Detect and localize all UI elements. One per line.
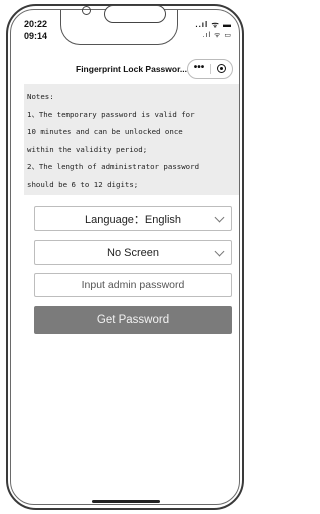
notes-line: 1、The temporary password is valid for [27, 109, 195, 119]
chevron-down-icon [214, 212, 225, 223]
admin-password-input[interactable] [34, 273, 232, 297]
app-header: Fingerprint Lock Passwor... ••• [14, 56, 238, 84]
status-signal-icons: ..ıl ᯤ ▬ [195, 20, 232, 29]
get-password-button[interactable]: Get Password [34, 306, 232, 334]
screen-type-select[interactable]: No Screen [34, 240, 232, 265]
more-icon[interactable]: ••• [188, 60, 210, 78]
close-icon[interactable] [217, 64, 226, 73]
language-select[interactable]: Language：English [34, 206, 232, 231]
speaker-icon [104, 5, 166, 23]
screen-type-value: No Screen [107, 246, 159, 259]
miniprogram-capsule: ••• [187, 59, 233, 79]
home-indicator[interactable] [92, 500, 160, 503]
language-select-value: Language：English [84, 213, 182, 226]
status-time: 20:22 [24, 19, 48, 29]
notes-line: 2、The length of administrator password [27, 162, 200, 171]
chevron-down-icon [214, 246, 225, 257]
notes-line: 10 minutes and can be unlocked once [27, 127, 183, 136]
notes-line: within the validity period; [27, 144, 148, 154]
capsule-divider [210, 64, 211, 74]
page-title: Fingerprint Lock Passwor... [76, 64, 187, 74]
camera-icon [82, 6, 91, 15]
status-time-secondary: 09:14 [24, 31, 48, 41]
status-signal-icons-secondary: .ıl ᯤ ▭ [202, 32, 232, 39]
notes-line: Notes: [27, 92, 54, 101]
notes-panel: Notes: 1、The temporary password is valid… [24, 84, 239, 195]
notes-line: should be 6 to 12 digits; [27, 179, 139, 189]
